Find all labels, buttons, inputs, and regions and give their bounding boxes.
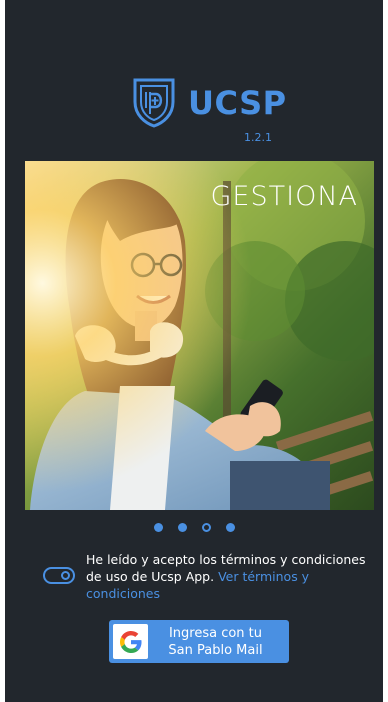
google-signin-button[interactable]: Ingresa con tu San Pablo Mail — [109, 620, 289, 663]
google-signin-label: Ingresa con tu San Pablo Mail — [148, 625, 289, 659]
signin-label-line2: San Pablo Mail — [168, 642, 263, 658]
slide-image — [25, 161, 374, 510]
carousel-dot-4[interactable] — [225, 523, 235, 532]
carousel-dot-2[interactable] — [177, 523, 187, 532]
google-g-icon — [119, 630, 142, 653]
signin-label-line1: Ingresa con tu — [168, 625, 263, 641]
terms-consent: He leído y acepto los términos y condici… — [43, 551, 373, 602]
carousel-dot-3-active[interactable] — [201, 523, 211, 532]
carousel-dot-1[interactable] — [153, 523, 163, 532]
carousel-indicator — [5, 523, 383, 532]
brand-name: UCSP — [188, 84, 287, 122]
toggle-knob — [61, 571, 70, 580]
app-logo: UCSP — [132, 78, 287, 128]
terms-text-block: He leído y acepto los términos y condici… — [86, 551, 373, 602]
ucsp-shield-icon — [133, 78, 175, 128]
google-icon-box — [113, 624, 148, 659]
app-version: 1.2.1 — [244, 131, 272, 144]
app-screen: UCSP 1.2.1 GESTIONA He leído y acepto lo… — [5, 0, 383, 702]
slide-caption: GESTIONA — [210, 181, 358, 212]
onboarding-slide[interactable]: GESTIONA — [25, 161, 374, 510]
terms-toggle[interactable] — [43, 567, 75, 584]
